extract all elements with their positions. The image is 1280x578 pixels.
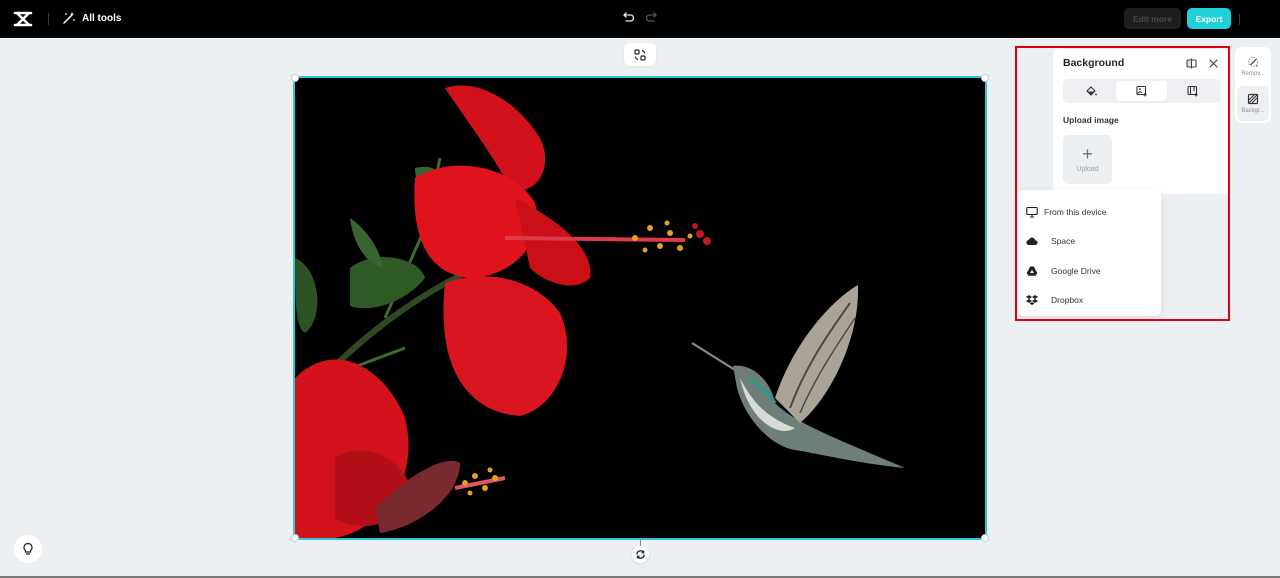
resize-handle-bottom-left[interactable] bbox=[291, 534, 299, 542]
side-tool-remove-background[interactable]: Remov... bbox=[1237, 49, 1269, 84]
side-tool-background[interactable]: Backgr... bbox=[1237, 86, 1269, 121]
capcut-logo-icon[interactable] bbox=[13, 10, 33, 28]
dropbox-icon bbox=[1026, 295, 1038, 306]
menu-item-google-drive[interactable]: Google Drive bbox=[1018, 256, 1161, 286]
background-tabs bbox=[1063, 79, 1220, 103]
menu-item-from-device[interactable]: From this device bbox=[1018, 197, 1161, 227]
canvas-image bbox=[295, 78, 985, 538]
resize-handle-bottom-right[interactable] bbox=[981, 534, 989, 542]
resize-handle-top-left[interactable] bbox=[291, 74, 299, 82]
upload-source-menu: From this device Space Google Drive Drop… bbox=[1018, 190, 1161, 316]
image-canvas[interactable] bbox=[293, 76, 987, 540]
magic-wand-icon bbox=[63, 12, 75, 24]
swap-layout-button[interactable] bbox=[624, 43, 656, 66]
background-panel: Background Upload image + Upload bbox=[1053, 49, 1228, 194]
resize-handle-top-right[interactable] bbox=[981, 74, 989, 82]
menu-item-space[interactable]: Space bbox=[1018, 227, 1161, 257]
remove-background-icon bbox=[1248, 57, 1258, 67]
close-icon[interactable] bbox=[1207, 57, 1220, 70]
top-bar: All tools Edit more Export bbox=[0, 0, 1280, 38]
monitor-icon bbox=[1026, 206, 1038, 218]
divider bbox=[1239, 14, 1240, 25]
paint-bucket-icon bbox=[1085, 86, 1097, 96]
image-add-icon bbox=[1135, 85, 1147, 97]
menu-item-label: From this device bbox=[1044, 206, 1107, 217]
tab-image[interactable] bbox=[1116, 81, 1167, 101]
swap-layout-icon bbox=[634, 48, 646, 61]
side-tool-label: Backgr... bbox=[1241, 108, 1265, 114]
cloud-icon bbox=[1026, 237, 1038, 246]
ai-background-icon bbox=[1186, 85, 1198, 97]
all-tools-button[interactable]: All tools bbox=[62, 11, 121, 25]
compare-icon[interactable] bbox=[1185, 57, 1198, 70]
undo-icon[interactable] bbox=[621, 9, 637, 25]
panel-title: Background bbox=[1063, 57, 1125, 69]
side-tool-label: Remov... bbox=[1241, 71, 1265, 77]
redo-icon[interactable] bbox=[643, 9, 659, 25]
tips-button[interactable] bbox=[14, 535, 42, 563]
rotate-button[interactable] bbox=[632, 546, 649, 563]
upload-label: Upload bbox=[1076, 165, 1099, 173]
rotate-icon bbox=[636, 550, 645, 559]
upload-button[interactable]: + Upload bbox=[1063, 135, 1112, 184]
menu-item-label: Dropbox bbox=[1051, 295, 1084, 306]
menu-item-label: Google Drive bbox=[1051, 265, 1101, 276]
lightbulb-icon bbox=[23, 542, 33, 555]
google-drive-icon bbox=[1026, 266, 1038, 276]
background-icon bbox=[1247, 93, 1259, 105]
edit-more-button[interactable]: Edit more bbox=[1124, 8, 1181, 29]
side-toolbar: Remov... Backgr... bbox=[1235, 47, 1271, 123]
all-tools-label: All tools bbox=[82, 12, 122, 24]
divider bbox=[48, 13, 49, 25]
menu-item-label: Space bbox=[1051, 236, 1076, 247]
upload-image-label: Upload image bbox=[1063, 115, 1119, 125]
plus-icon: + bbox=[1082, 143, 1093, 164]
tab-color[interactable] bbox=[1065, 81, 1116, 101]
tab-ai-background[interactable] bbox=[1167, 81, 1218, 101]
menu-item-dropbox[interactable]: Dropbox bbox=[1018, 286, 1161, 316]
export-button[interactable]: Export bbox=[1187, 8, 1231, 29]
